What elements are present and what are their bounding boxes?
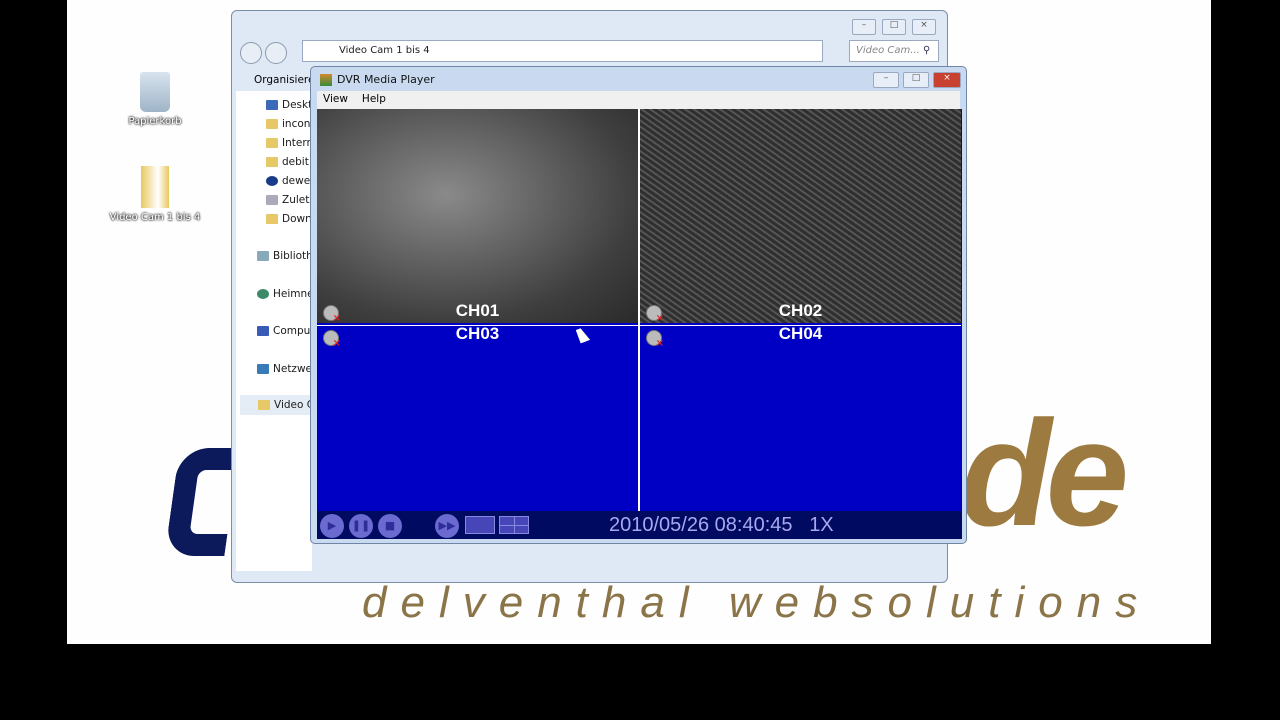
close-button[interactable]: × (933, 72, 961, 88)
app-icon (266, 176, 278, 186)
search-icon: ⚲ (923, 45, 931, 56)
menu-bar: View Help (317, 91, 960, 109)
minimize-button[interactable]: – (852, 19, 876, 35)
tree-item[interactable]: incon (266, 118, 310, 130)
tree-item[interactable]: Netzwe (257, 363, 312, 375)
tree-label: Deskt (282, 99, 313, 111)
nav-tree: Deskt incon Interr debit dewe Zuletz Dow… (236, 91, 320, 571)
channel-grid: CH01 CH02 CH03 CH04 (317, 109, 962, 539)
desktop-icon-recycle-bin[interactable]: Papierkorb (105, 72, 205, 127)
tree-label: Video C (274, 399, 315, 411)
channel-label: CH01 (455, 301, 500, 320)
maximize-button[interactable]: □ (903, 72, 929, 88)
address-text: Video Cam 1 bis 4 (339, 45, 430, 56)
channel-view-ch03[interactable]: CH03 (317, 325, 638, 539)
forward-button[interactable] (265, 42, 287, 64)
tree-label: Interr (282, 137, 311, 149)
speed-text: 1X (809, 514, 834, 536)
folder-icon (141, 166, 169, 208)
tree-item[interactable]: Zuletz (266, 194, 315, 206)
tree-label: Down (282, 213, 312, 225)
homegroup-icon (257, 289, 269, 299)
tree-item[interactable]: Compu (257, 325, 310, 337)
channel-label: CH03 (455, 325, 500, 343)
maximize-button[interactable]: □ (882, 19, 906, 35)
app-icon (320, 74, 332, 86)
tree-label: dewe (282, 175, 311, 187)
logo-letters: de (960, 389, 1129, 557)
folder-icon (266, 119, 278, 129)
tree-item[interactable]: Biblioth (257, 250, 313, 262)
search-placeholder: Video Cam... (856, 45, 920, 56)
menu-help[interactable]: Help (362, 93, 386, 107)
close-button[interactable]: × (912, 19, 936, 35)
window-title: DVR Media Player (337, 73, 435, 86)
logo-tagline: delventhal websolutions (362, 578, 1152, 627)
dvr-window[interactable]: DVR Media Player – □ × View Help CH01 CH… (310, 66, 967, 544)
folder-icon (266, 157, 278, 167)
single-view-button[interactable] (465, 516, 495, 534)
tree-label: Biblioth (273, 250, 313, 262)
computer-icon (257, 326, 269, 336)
search-input[interactable]: Video Cam... ⚲ (849, 40, 939, 62)
address-bar[interactable]: Video Cam 1 bis 4 (302, 40, 823, 62)
tree-label: Compu (273, 325, 311, 337)
tree-item[interactable]: Interr (266, 137, 311, 149)
tree-item[interactable]: Down (266, 213, 312, 225)
back-button[interactable] (240, 42, 262, 64)
desktop-icon (266, 100, 278, 110)
channel-view-ch04[interactable]: CH04 (640, 325, 961, 539)
grid-divider (638, 109, 640, 539)
timestamp: 2010/05/26 08:40:45 1X (609, 514, 834, 537)
channel-view-ch02[interactable]: CH02 (640, 109, 961, 323)
tree-item[interactable]: Deskt (266, 99, 312, 111)
channel-view-ch01[interactable]: CH01 (317, 109, 638, 323)
pause-button[interactable]: ❚❚ (349, 514, 373, 538)
tree-item[interactable]: dewe (266, 175, 310, 187)
stop-button[interactable]: ■ (378, 514, 402, 538)
minimize-button[interactable]: – (873, 72, 899, 88)
timestamp-text: 2010/05/26 08:40:45 (609, 514, 793, 536)
icon-label: Papierkorb (128, 116, 182, 127)
tree-label: Heimne (273, 288, 314, 300)
playback-bar: ▶ ❚❚ ■ ▶▶ 2010/05/26 08:40:45 1X (317, 511, 962, 539)
tree-label: Netzwe (273, 363, 312, 375)
play-button[interactable]: ▶ (320, 514, 344, 538)
menu-view[interactable]: View (323, 93, 348, 107)
tree-item[interactable]: Heimne (257, 288, 314, 300)
channel-label: CH02 (778, 301, 823, 320)
tree-label: incon (282, 118, 311, 130)
desktop-icon-video-folder[interactable]: Video Cam 1 bis 4 (105, 166, 205, 223)
fast-forward-button[interactable]: ▶▶ (435, 514, 459, 538)
tree-item-selected[interactable]: Video C (240, 395, 320, 415)
library-icon (257, 251, 269, 261)
tree-label: debit (282, 156, 309, 168)
recent-icon (266, 195, 278, 205)
folder-icon (258, 400, 270, 410)
downloads-icon (266, 214, 278, 224)
quad-view-button[interactable] (499, 516, 529, 534)
network-icon (257, 364, 269, 374)
tree-item[interactable]: debit (266, 156, 309, 168)
recycle-bin-icon (140, 72, 170, 112)
folder-icon (266, 138, 278, 148)
icon-label: Video Cam 1 bis 4 (109, 212, 201, 223)
channel-label: CH04 (778, 325, 823, 343)
